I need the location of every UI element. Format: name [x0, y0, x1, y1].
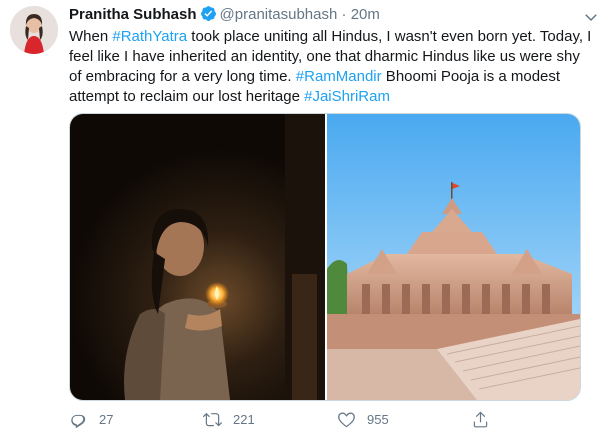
avatar-image — [10, 6, 58, 54]
media-gallery — [69, 113, 581, 401]
verified-badge-icon — [200, 5, 217, 22]
separator-dot: · — [341, 6, 347, 23]
photo-ram-mandir-temple[interactable] — [327, 114, 580, 400]
hashtag-rammandir-link[interactable]: #RamMandir — [296, 68, 382, 85]
tweet-text: When #RathYatra took place uniting all H… — [69, 27, 594, 107]
timestamp[interactable]: 20m — [351, 6, 380, 23]
display-name[interactable]: Pranitha Subhash — [69, 6, 197, 23]
like-button[interactable]: 955 — [337, 405, 389, 433]
retweet-button[interactable]: 221 — [203, 405, 255, 433]
share-icon — [473, 411, 488, 427]
tweet-header: Pranitha Subhash @pranitasubhash · 20m — [69, 5, 380, 25]
user-handle[interactable]: @pranitasubhash — [220, 6, 338, 23]
photo-woman-with-diya[interactable] — [70, 114, 325, 400]
reply-icon — [71, 414, 86, 428]
reply-count: 27 — [99, 411, 114, 427]
tweet-card[interactable]: Pranitha Subhash @pranitasubhash · 20m Wh… — [0, 0, 610, 441]
tweet-actions: 27 221 955 — [69, 405, 589, 433]
share-button[interactable] — [471, 405, 501, 433]
text-part: When — [69, 28, 113, 45]
retweet-count: 221 — [233, 411, 255, 427]
heart-icon — [338, 411, 355, 427]
retweet-icon — [203, 412, 222, 426]
hashtag-rathyatra-link[interactable]: #RathYatra — [112, 28, 187, 45]
like-count: 955 — [367, 411, 389, 427]
chevron-down-icon[interactable] — [582, 8, 600, 26]
hashtag-jaishriram-link[interactable]: #JaiShriRam — [304, 88, 390, 105]
reply-button[interactable]: 27 — [69, 405, 113, 433]
avatar[interactable] — [10, 6, 58, 54]
